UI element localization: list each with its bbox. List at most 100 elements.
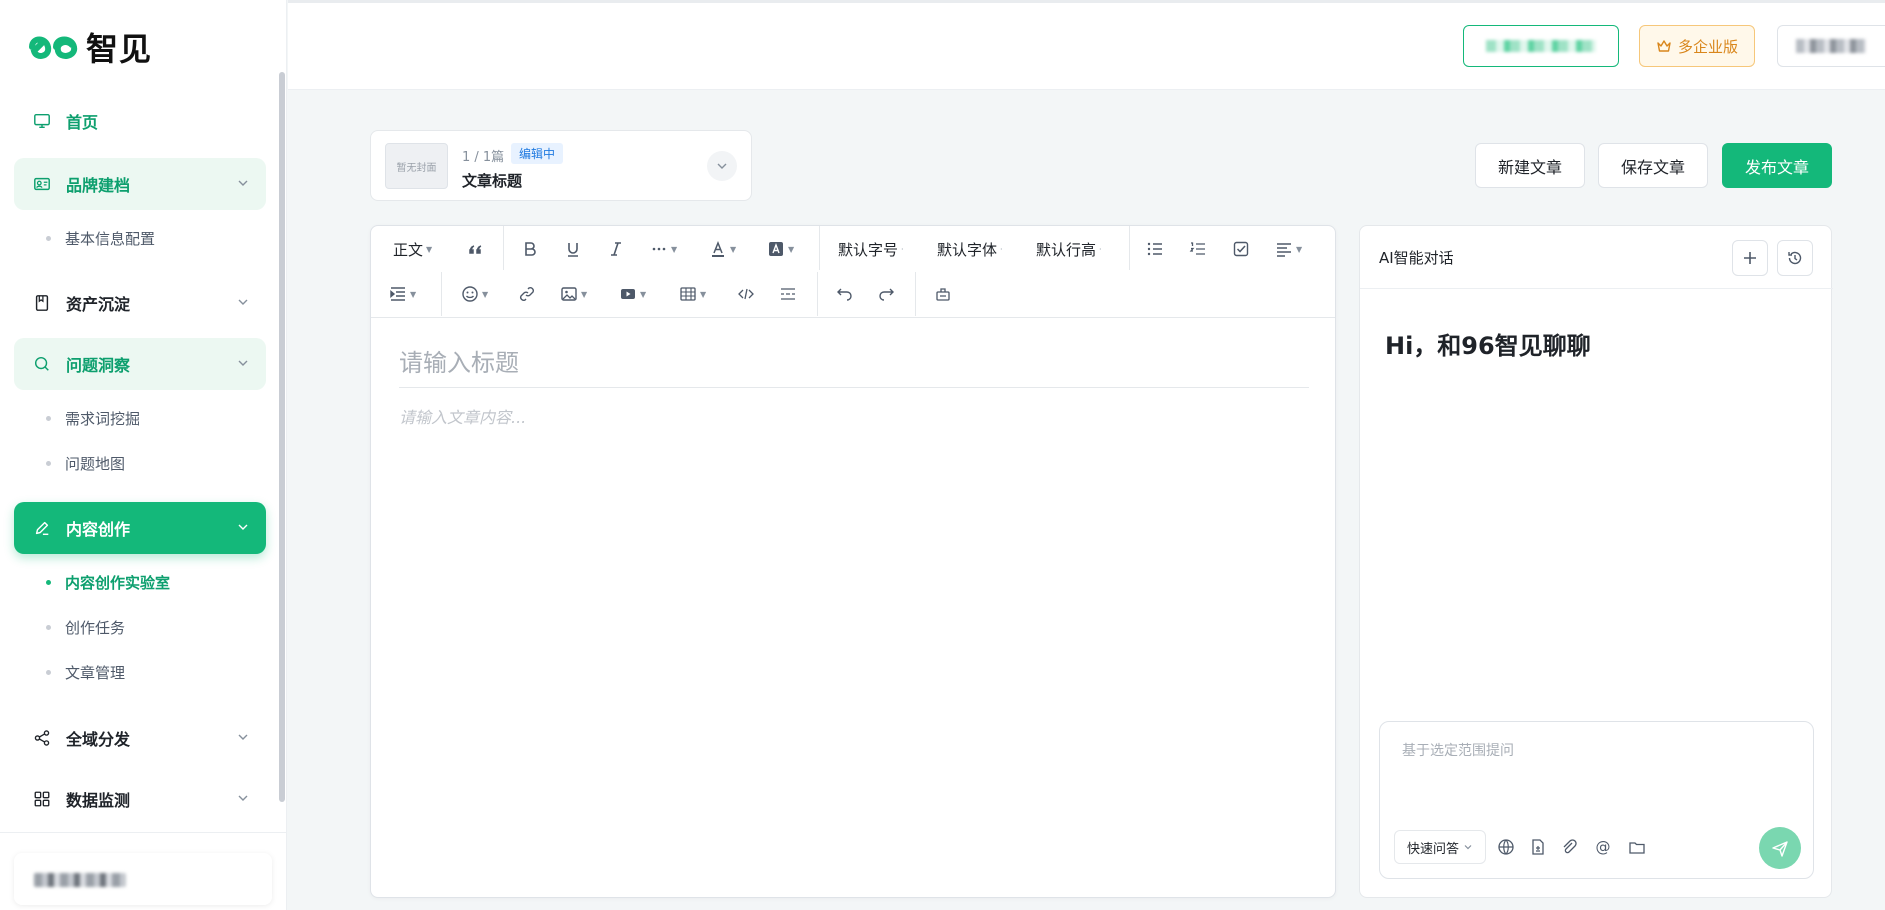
article-selector[interactable]: 暂无封面 1 / 1篇 编辑中 文章标题: [370, 130, 752, 201]
sidebar-item-label: 数据监测: [66, 791, 131, 810]
plus-icon: [1744, 252, 1756, 264]
new-article-button[interactable]: 新建文章: [1475, 143, 1585, 188]
mention-icon[interactable]: @: [1592, 836, 1614, 858]
bullet-list-icon[interactable]: [1146, 237, 1164, 261]
account-menu-button[interactable]: [1777, 25, 1885, 67]
sidebar-item-brand-profile[interactable]: 品牌建档: [14, 158, 266, 210]
emoji-icon[interactable]: ▼: [461, 282, 488, 306]
table-icon[interactable]: ▼: [679, 282, 706, 306]
status-badge: 编辑中: [511, 143, 564, 164]
sidebar-item-home[interactable]: 首页: [14, 95, 266, 147]
checklist-icon[interactable]: [1232, 237, 1250, 261]
sidebar-item-label: 问题洞察: [66, 356, 131, 375]
blurred-account-name: [1796, 39, 1866, 53]
publish-article-button[interactable]: 发布文章: [1722, 143, 1832, 188]
crown-icon: [1657, 40, 1671, 52]
monitor-icon: [32, 111, 52, 131]
sidebar-item-label: 内容创作: [66, 520, 131, 539]
blurred-user-name: [34, 873, 126, 887]
editor-toolbar: 正文 ▼ ▼ ▼ ▼ 默认字号 · 默认字体 · 默认行高 · ▼ ▼ ▼ ▼ ▼ ▼: [371, 226, 1335, 318]
font-size-select[interactable]: 默认字号 ·: [838, 237, 904, 261]
logo[interactable]: 智见: [26, 24, 152, 70]
folder-icon[interactable]: [1626, 836, 1648, 858]
article-cover[interactable]: 暂无封面: [385, 143, 448, 189]
indent-icon[interactable]: ▼: [389, 282, 416, 306]
book-icon: [32, 293, 52, 313]
profile-card-icon: [32, 174, 52, 194]
sidebar-item-label: 品牌建档: [66, 176, 131, 195]
sidebar-subitem-basic-info[interactable]: 基本信息配置: [46, 228, 155, 249]
chevron-down-icon: [238, 734, 248, 740]
bold-icon[interactable]: [521, 237, 539, 261]
sidebar-subitem-demand-words[interactable]: 需求词挖掘: [46, 408, 140, 429]
image-icon[interactable]: ▼: [560, 282, 587, 306]
chat-history-button[interactable]: [1777, 240, 1813, 276]
new-chat-button[interactable]: [1732, 240, 1768, 276]
chevron-down-icon: [238, 795, 248, 801]
ai-chat-title: AI智能对话: [1379, 249, 1454, 267]
logo-text: 智见: [86, 30, 153, 68]
document-icon[interactable]: [1527, 836, 1549, 858]
clear-format-icon[interactable]: [934, 282, 952, 306]
sidebar-item-label: 全域分发: [66, 730, 131, 749]
align-icon[interactable]: ▼: [1275, 237, 1302, 261]
font-family-select[interactable]: 默认字体 ·: [937, 237, 1003, 261]
send-button[interactable]: [1759, 827, 1801, 869]
article-body-input[interactable]: [399, 404, 1309, 874]
share-icon: [32, 728, 52, 748]
top-bar: 多企业版: [288, 0, 1885, 90]
ai-question-input[interactable]: [1402, 740, 1792, 800]
quote-icon[interactable]: [467, 237, 485, 261]
undo-icon[interactable]: [835, 282, 853, 306]
sidebar-item-data-monitor[interactable]: 数据监测: [14, 773, 266, 825]
line-height-select[interactable]: 默认行高 ·: [1036, 237, 1102, 261]
grid-icon: [32, 789, 52, 809]
font-color-icon[interactable]: ▼: [709, 237, 736, 261]
article-title-input[interactable]: [399, 338, 1309, 388]
enterprise-plan-button[interactable]: 多企业版: [1639, 25, 1755, 67]
ai-greeting: Hi，和96智见聊聊: [1385, 332, 1591, 360]
sidebar-item-label: 首页: [66, 113, 99, 132]
sidebar-item-content-creation[interactable]: 内容创作: [14, 502, 266, 554]
article-title: 文章标题: [462, 172, 523, 190]
ai-chat-panel: AI智能对话 Hi，和96智见聊聊 快速问答 @: [1359, 225, 1833, 898]
redo-icon[interactable]: [878, 282, 896, 306]
chevron-down-icon: [238, 524, 248, 530]
underline-icon[interactable]: [564, 237, 582, 261]
organization-switch-button[interactable]: [1463, 25, 1619, 67]
sidebar-subitem-content-lab[interactable]: 内容创作实验室: [46, 572, 170, 593]
user-card[interactable]: [14, 853, 272, 905]
divider-icon[interactable]: [779, 282, 797, 306]
ai-input-box: 快速问答 @: [1379, 721, 1814, 879]
more-styles-icon[interactable]: ▼: [650, 237, 677, 261]
sidebar-item-insight[interactable]: 问题洞察: [14, 338, 266, 390]
code-icon[interactable]: [737, 282, 755, 306]
sidebar-scrollbar[interactable]: [279, 72, 285, 802]
pen-icon: [32, 518, 52, 538]
sidebar-footer: [0, 832, 287, 910]
blurred-organization-name: [1486, 40, 1596, 52]
italic-icon[interactable]: [607, 237, 625, 261]
chevron-down-icon: [238, 180, 248, 186]
quick-answer-select[interactable]: 快速问答: [1394, 830, 1486, 864]
chevron-down-icon: [717, 163, 727, 169]
sidebar-item-label: 资产沉淀: [66, 295, 131, 314]
ai-chat-header: AI智能对话: [1360, 226, 1833, 289]
numbered-list-icon[interactable]: [1189, 237, 1207, 261]
chevron-down-icon: [1464, 845, 1472, 850]
video-icon[interactable]: ▼: [619, 282, 646, 306]
sidebar-subitem-creation-tasks[interactable]: 创作任务: [46, 617, 125, 638]
paragraph-style-select[interactable]: 正文 ▼: [393, 237, 432, 261]
sidebar-item-distribution[interactable]: 全域分发: [14, 712, 266, 764]
sidebar-subitem-question-map[interactable]: 问题地图: [46, 453, 125, 474]
article-expand-button[interactable]: [707, 151, 737, 181]
send-icon: [1772, 841, 1788, 857]
background-color-icon[interactable]: ▼: [767, 237, 794, 261]
globe-icon[interactable]: [1495, 836, 1517, 858]
sidebar-item-assets[interactable]: 资产沉淀: [14, 277, 266, 329]
paperclip-icon[interactable]: [1558, 836, 1580, 858]
link-icon[interactable]: [518, 282, 536, 306]
sidebar-subitem-article-manage[interactable]: 文章管理: [46, 662, 125, 683]
chevron-down-icon: [238, 360, 248, 366]
save-article-button[interactable]: 保存文章: [1598, 143, 1708, 188]
